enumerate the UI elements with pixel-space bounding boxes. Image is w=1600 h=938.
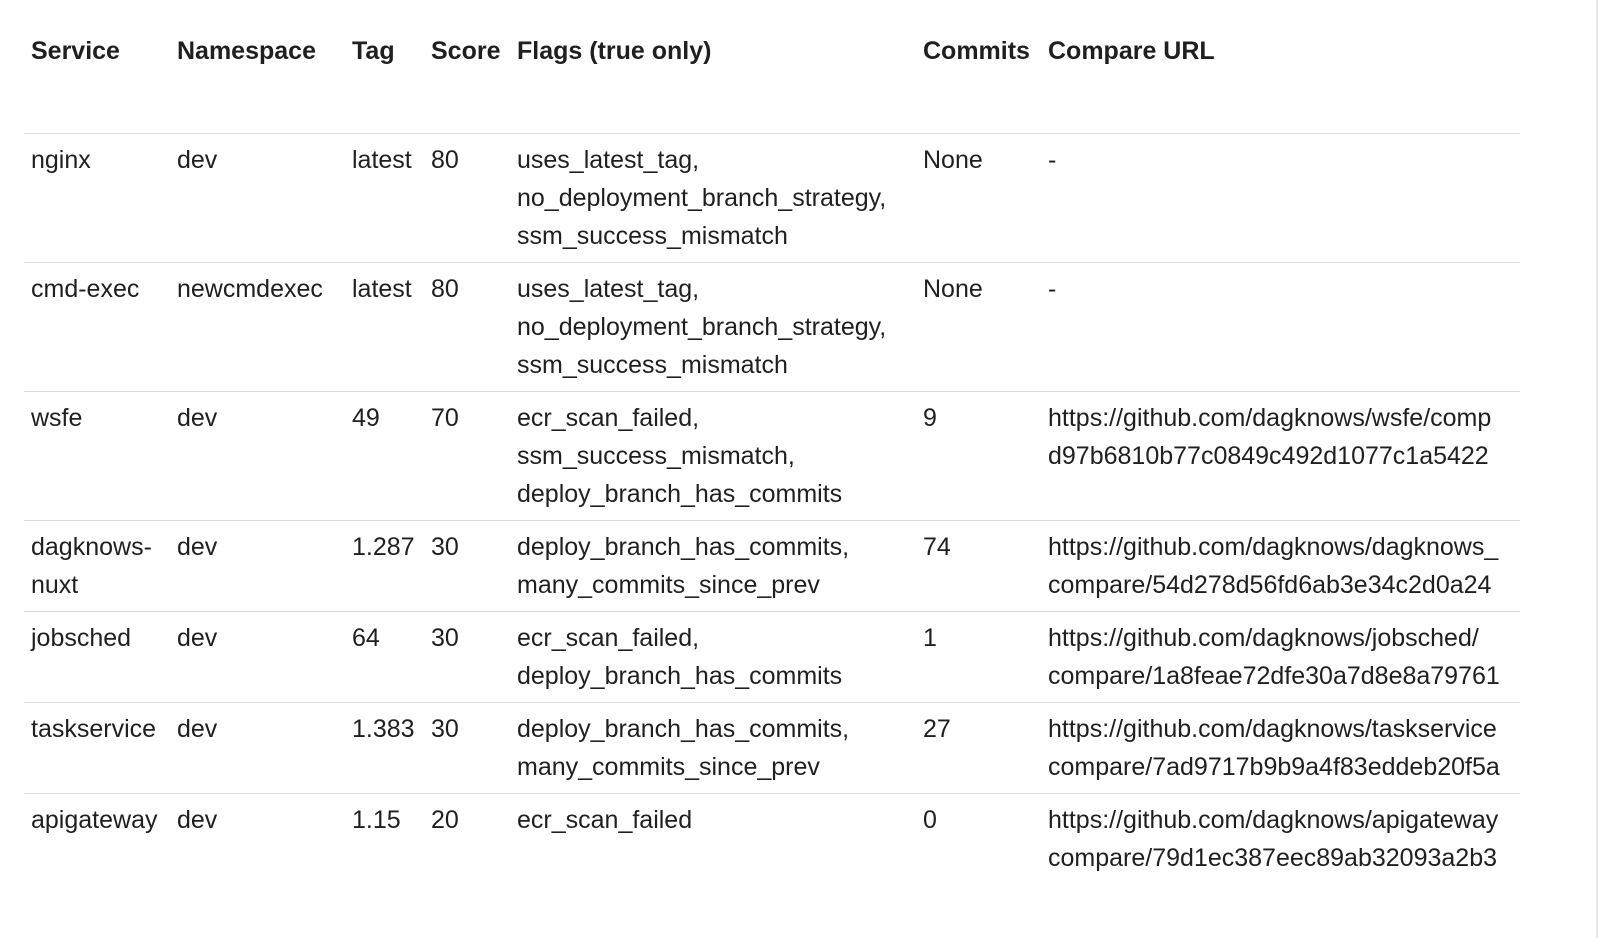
table-row: nginx dev latest 80 uses_latest_tag, no_deplo… — [24, 133, 1520, 263]
flag-item: many_commits_since_prev — [517, 570, 820, 599]
commits-cell: 0 — [923, 805, 937, 834]
flag-item: ecr_scan_failed — [517, 805, 693, 834]
namespace-cell: dev — [170, 611, 345, 703]
flags-cell: ecr_scan_failed, deploy_branch_has_commit… — [510, 611, 916, 703]
header-flags: Flags (true only) — [510, 14, 916, 134]
compare-url-cell[interactable]: https://github.com/dagknows/wsfe/comp d97… — [1041, 391, 1520, 521]
commits-cell: None — [916, 262, 1041, 392]
flags-cell: ecr_scan_failed, ssm_success_mismatch,dep… — [510, 391, 916, 521]
compare-url-text[interactable]: https://github.com/dagknows/wsfe/comp — [1048, 399, 1520, 437]
flags-cell: ecr_scan_failed — [510, 793, 916, 884]
flags-cell: uses_latest_tag, no_deployment_branch_str… — [510, 262, 916, 392]
compare-url-cell[interactable]: https://github.com/dagknows/jobsched/com… — [1041, 611, 1520, 703]
compare-url-text[interactable]: https://github.com/dagknows/jobsched/ — [1048, 619, 1520, 657]
compare-url-text[interactable]: compare/54d278d56fd6ab3e34c2d0a24 — [1048, 566, 1520, 604]
flag-item: ssm_success_mismatch, — [517, 441, 795, 470]
service-cell: apigateway — [31, 805, 158, 834]
score-cell: 70 — [424, 391, 510, 521]
compare-url-text[interactable]: compare/7ad9717b9b9a4f83eddeb20f5a — [1048, 748, 1520, 786]
commits-cell: None — [916, 133, 1041, 263]
flags-cell: deploy_branch_has_commits, many_commits_s… — [510, 520, 916, 612]
empty-url-text: - — [1048, 145, 1057, 174]
flag-item: no_deployment_branch_strategy, — [517, 312, 887, 341]
flag-item: ssm_success_mismatch — [517, 350, 788, 379]
namespace-cell: dev — [170, 520, 345, 612]
page-frame: Service Namespace Tag Score Flags (true … — [0, 0, 1598, 938]
commits-cell: 74 — [916, 520, 1041, 612]
table-row: taskservice dev 1.383 30 deploy_branch_has_c… — [24, 702, 1520, 794]
compare-url-text[interactable]: compare/79d1ec387eec89ab32093a2b3 — [1048, 839, 1520, 877]
table-row: wsfe dev 49 70 ecr_scan_failed, ssm_success_m… — [24, 391, 1520, 521]
score-cell: 20 — [431, 805, 459, 834]
namespace-cell: newcmdexec — [170, 262, 345, 392]
service-cell: wsfe — [24, 391, 170, 521]
score-cell: 80 — [424, 262, 510, 392]
compare-url-text[interactable]: https://github.com/dagknows/apigateway — [1048, 801, 1520, 839]
namespace-cell: dev — [170, 391, 345, 521]
table-header: Service Namespace Tag Score Flags (true … — [24, 14, 1520, 134]
compare-url-text[interactable]: d97b6810b77c0849c492d1077c1a5422 — [1048, 437, 1520, 475]
tag-cell: 1.287 — [345, 520, 424, 612]
table-body: nginx dev latest 80 uses_latest_tag, no_deplo… — [24, 133, 1520, 884]
header-row: Service Namespace Tag Score Flags (true … — [24, 14, 1520, 134]
tag-cell: 64 — [345, 611, 424, 703]
commits-cell: 9 — [916, 391, 1041, 521]
empty-url-text: - — [1048, 274, 1057, 303]
service-cell: cmd-exec — [24, 262, 170, 392]
services-table: Service Namespace Tag Score Flags (true … — [24, 14, 1520, 884]
tag-cell: 1.383 — [345, 702, 424, 794]
flag-item: ecr_scan_failed, — [517, 623, 700, 652]
table-row: apigateway dev 1.15 20 ecr_scan_failed 0 https… — [24, 793, 1520, 884]
namespace-cell: dev — [170, 133, 345, 263]
namespace-cell: dev — [177, 805, 218, 834]
tag-cell: latest — [345, 133, 424, 263]
compare-url-text[interactable]: https://github.com/dagknows/taskservice — [1048, 710, 1520, 748]
header-tag: Tag — [345, 14, 424, 134]
compare-url-cell[interactable]: https://github.com/dagknows/taskservice c… — [1041, 702, 1520, 794]
flag-item: many_commits_since_prev — [517, 752, 820, 781]
flags-cell: uses_latest_tag, no_deployment_branch_str… — [510, 133, 916, 263]
header-service: Service — [24, 14, 170, 134]
compare-url-cell: - — [1041, 262, 1520, 392]
flag-item: uses_latest_tag, — [517, 145, 700, 174]
flag-item: ssm_success_mismatch — [517, 221, 788, 250]
score-cell: 30 — [424, 702, 510, 794]
flag-item: no_deployment_branch_strategy, — [517, 183, 887, 212]
flags-cell: deploy_branch_has_commits, many_commits_s… — [510, 702, 916, 794]
flag-item: deploy_branch_has_commits — [517, 479, 843, 508]
score-cell: 30 — [424, 520, 510, 612]
service-cell: jobsched — [24, 611, 170, 703]
score-cell: 30 — [424, 611, 510, 703]
compare-url-cell[interactable]: https://github.com/dagknows/apigateway co… — [1041, 793, 1520, 884]
table-row: dagknows-nuxt dev 1.287 30 deploy_branch_has… — [24, 520, 1520, 612]
table-container: Service Namespace Tag Score Flags (true … — [24, 14, 1520, 884]
flag-item: deploy_branch_has_commits, — [517, 714, 850, 743]
header-compare-url: Compare URL — [1041, 14, 1520, 134]
tag-cell: 1.15 — [352, 805, 401, 834]
service-cell: taskservice — [24, 702, 170, 794]
flag-item: deploy_branch_has_commits, — [517, 532, 850, 561]
service-cell: nginx — [24, 133, 170, 263]
tag-cell: latest — [345, 262, 424, 392]
flag-item: uses_latest_tag, — [517, 274, 700, 303]
header-commits: Commits — [916, 14, 1041, 134]
compare-url-text[interactable]: compare/1a8feae72dfe30a7d8e8a79761 — [1048, 657, 1520, 695]
flag-item: ecr_scan_failed, — [517, 403, 700, 432]
table-row: jobsched dev 64 30 ecr_scan_failed, deploy_br… — [24, 611, 1520, 703]
commits-cell: 27 — [916, 702, 1041, 794]
header-score: Score — [424, 14, 510, 134]
namespace-cell: dev — [170, 702, 345, 794]
header-namespace: Namespace — [170, 14, 345, 134]
service-cell: dagknows-nuxt — [24, 520, 170, 612]
compare-url-text[interactable]: https://github.com/dagknows/dagknows_ — [1048, 528, 1520, 566]
table-row: cmd-exec newcmdexec latest 80 uses_latest_ta… — [24, 262, 1520, 392]
flag-item: deploy_branch_has_commits — [517, 661, 843, 690]
score-cell: 80 — [424, 133, 510, 263]
tag-cell: 49 — [345, 391, 424, 521]
compare-url-cell: - — [1041, 133, 1520, 263]
compare-url-cell[interactable]: https://github.com/dagknows/dagknows_ com… — [1041, 520, 1520, 612]
commits-cell: 1 — [916, 611, 1041, 703]
